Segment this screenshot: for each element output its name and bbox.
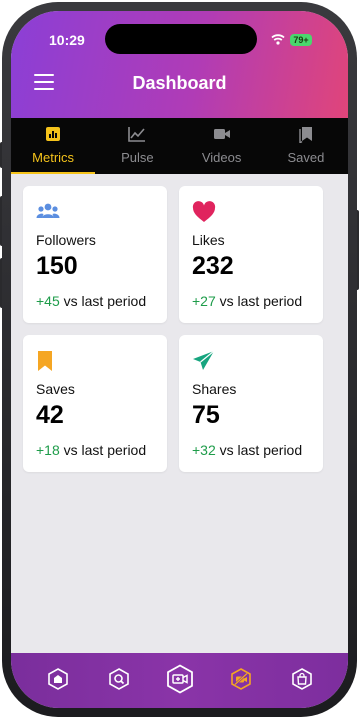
metric-label: Saves: [36, 381, 75, 397]
tab-bar: Metrics Pulse Videos Saved: [11, 118, 348, 174]
screen: 10:29 79+ Dashboard Metrics Pulse Videos…: [11, 11, 348, 708]
nav-no-camera-button[interactable]: [226, 664, 256, 694]
bar-chart-icon: [46, 127, 61, 141]
nav-add-video-button[interactable]: [165, 663, 195, 694]
delta-value: +32: [192, 442, 216, 458]
tab-metrics[interactable]: Metrics: [11, 118, 96, 174]
metric-card-likes[interactable]: Likes 232 +27 vs last period: [179, 186, 323, 323]
metric-value: 42: [36, 401, 64, 429]
tab-label: Metrics: [32, 150, 75, 165]
line-chart-icon: [128, 127, 146, 142]
heart-icon: [192, 201, 216, 222]
video-camera-icon: [213, 129, 230, 139]
users-icon: [36, 203, 60, 218]
dynamic-island: [105, 24, 257, 54]
metric-card-shares[interactable]: Shares 75 +32 vs last period: [179, 335, 323, 472]
delta-suffix: vs last period: [59, 293, 147, 309]
metric-value: 75: [192, 401, 220, 429]
metric-value: 232: [192, 252, 234, 280]
nav-shop-button[interactable]: [287, 664, 317, 694]
status-time: 10:29: [49, 32, 85, 48]
metric-delta: +27 vs last period: [192, 293, 302, 309]
delta-suffix: vs last period: [215, 293, 303, 309]
delta-value: +18: [36, 442, 60, 458]
metric-card-followers[interactable]: Followers 150 +45 vs last period: [23, 186, 167, 323]
metric-label: Likes: [192, 232, 225, 248]
wifi-icon: [271, 34, 285, 45]
send-icon: [193, 350, 215, 370]
metric-card-saves[interactable]: Saves 42 +18 vs last period: [23, 335, 167, 472]
home-icon: [47, 667, 68, 690]
add-video-icon: [166, 663, 193, 694]
bottom-navigation: [11, 653, 348, 708]
page-title: Dashboard: [132, 73, 227, 93]
tab-saved[interactable]: Saved: [264, 118, 348, 174]
no-camera-icon: [230, 667, 251, 690]
tab-pulse[interactable]: Pulse: [95, 118, 179, 174]
metric-delta: +45 vs last period: [36, 293, 146, 309]
tab-label: Videos: [201, 150, 242, 165]
metric-label: Followers: [36, 232, 96, 248]
nav-search-button[interactable]: [104, 664, 134, 694]
delta-suffix: vs last period: [215, 442, 303, 458]
metric-delta: +32 vs last period: [192, 442, 302, 458]
shopping-bag-icon: [291, 667, 312, 690]
metric-delta: +18 vs last period: [36, 442, 146, 458]
metric-label: Shares: [192, 381, 237, 397]
delta-value: +45: [36, 293, 60, 309]
tab-label: Pulse: [121, 150, 154, 165]
nav-home-button[interactable]: [43, 664, 73, 694]
metric-value: 150: [36, 252, 78, 280]
search-icon: [108, 667, 129, 690]
bookmark-icon: [38, 351, 52, 371]
phone-frame: 10:29 79+ Dashboard Metrics Pulse Videos…: [2, 2, 357, 717]
tab-videos[interactable]: Videos: [180, 118, 264, 174]
tab-label: Saved: [287, 150, 325, 165]
delta-value: +27: [192, 293, 216, 309]
battery-indicator: 79+: [290, 34, 312, 46]
delta-suffix: vs last period: [59, 442, 147, 458]
bookmarks-icon: [299, 127, 312, 143]
app-header: 10:29 79+ Dashboard: [11, 11, 348, 118]
